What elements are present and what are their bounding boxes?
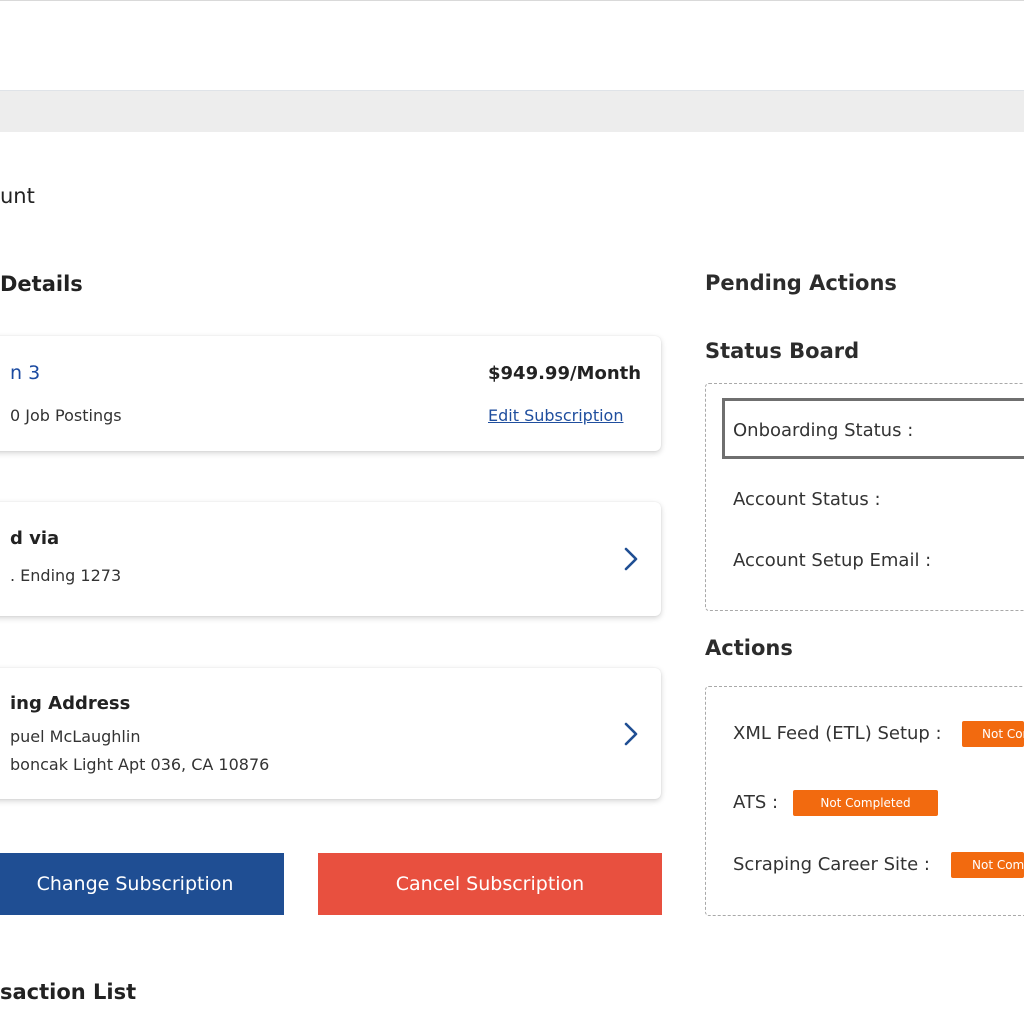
change-subscription-button[interactable]: Change Subscription (0, 853, 284, 915)
chevron-right-icon[interactable] (618, 721, 644, 747)
edit-subscription-link[interactable]: Edit Subscription (488, 406, 623, 425)
payment-method-detail: . Ending 1273 (10, 566, 122, 585)
ats-label: ATS : (733, 792, 779, 813)
xml-feed-status-badge: Not Completed (962, 721, 1024, 747)
billing-address-name: puel McLaughlin (10, 727, 141, 746)
page-title: unt (0, 184, 35, 208)
ats-status-badge: Not Completed (793, 790, 938, 816)
top-bar (0, 0, 1024, 89)
cancel-subscription-button[interactable]: Cancel Subscription (318, 853, 662, 915)
pending-actions-heading: Pending Actions (705, 271, 897, 295)
payment-method-title: d via (10, 528, 60, 549)
subscription-details-heading: Details (0, 272, 83, 296)
billing-address-title: ing Address (10, 693, 131, 714)
onboarding-status-label: Onboarding Status : (733, 420, 914, 441)
xml-feed-setup-label: XML Feed (ETL) Setup : (733, 723, 942, 744)
actions-heading: Actions (705, 636, 793, 660)
plan-description: 0 Job Postings (10, 406, 122, 425)
plan-price: $949.99/Month (488, 363, 642, 384)
status-board-heading: Status Board (705, 339, 860, 363)
chevron-right-icon[interactable] (618, 546, 644, 572)
header-band (0, 90, 1024, 132)
transaction-list-heading: saction List (0, 980, 137, 1004)
plan-name: n 3 (10, 362, 41, 384)
account-status-label: Account Status : (733, 489, 881, 510)
billing-address-street: boncak Light Apt 036, CA 10876 (10, 755, 270, 774)
scraping-career-site-label: Scraping Career Site : (733, 854, 930, 875)
scraping-career-site-status-badge: Not Completed (951, 852, 1024, 878)
payment-method-card[interactable] (0, 502, 661, 616)
plan-card (0, 336, 661, 451)
account-setup-email-label: Account Setup Email : (733, 550, 932, 571)
